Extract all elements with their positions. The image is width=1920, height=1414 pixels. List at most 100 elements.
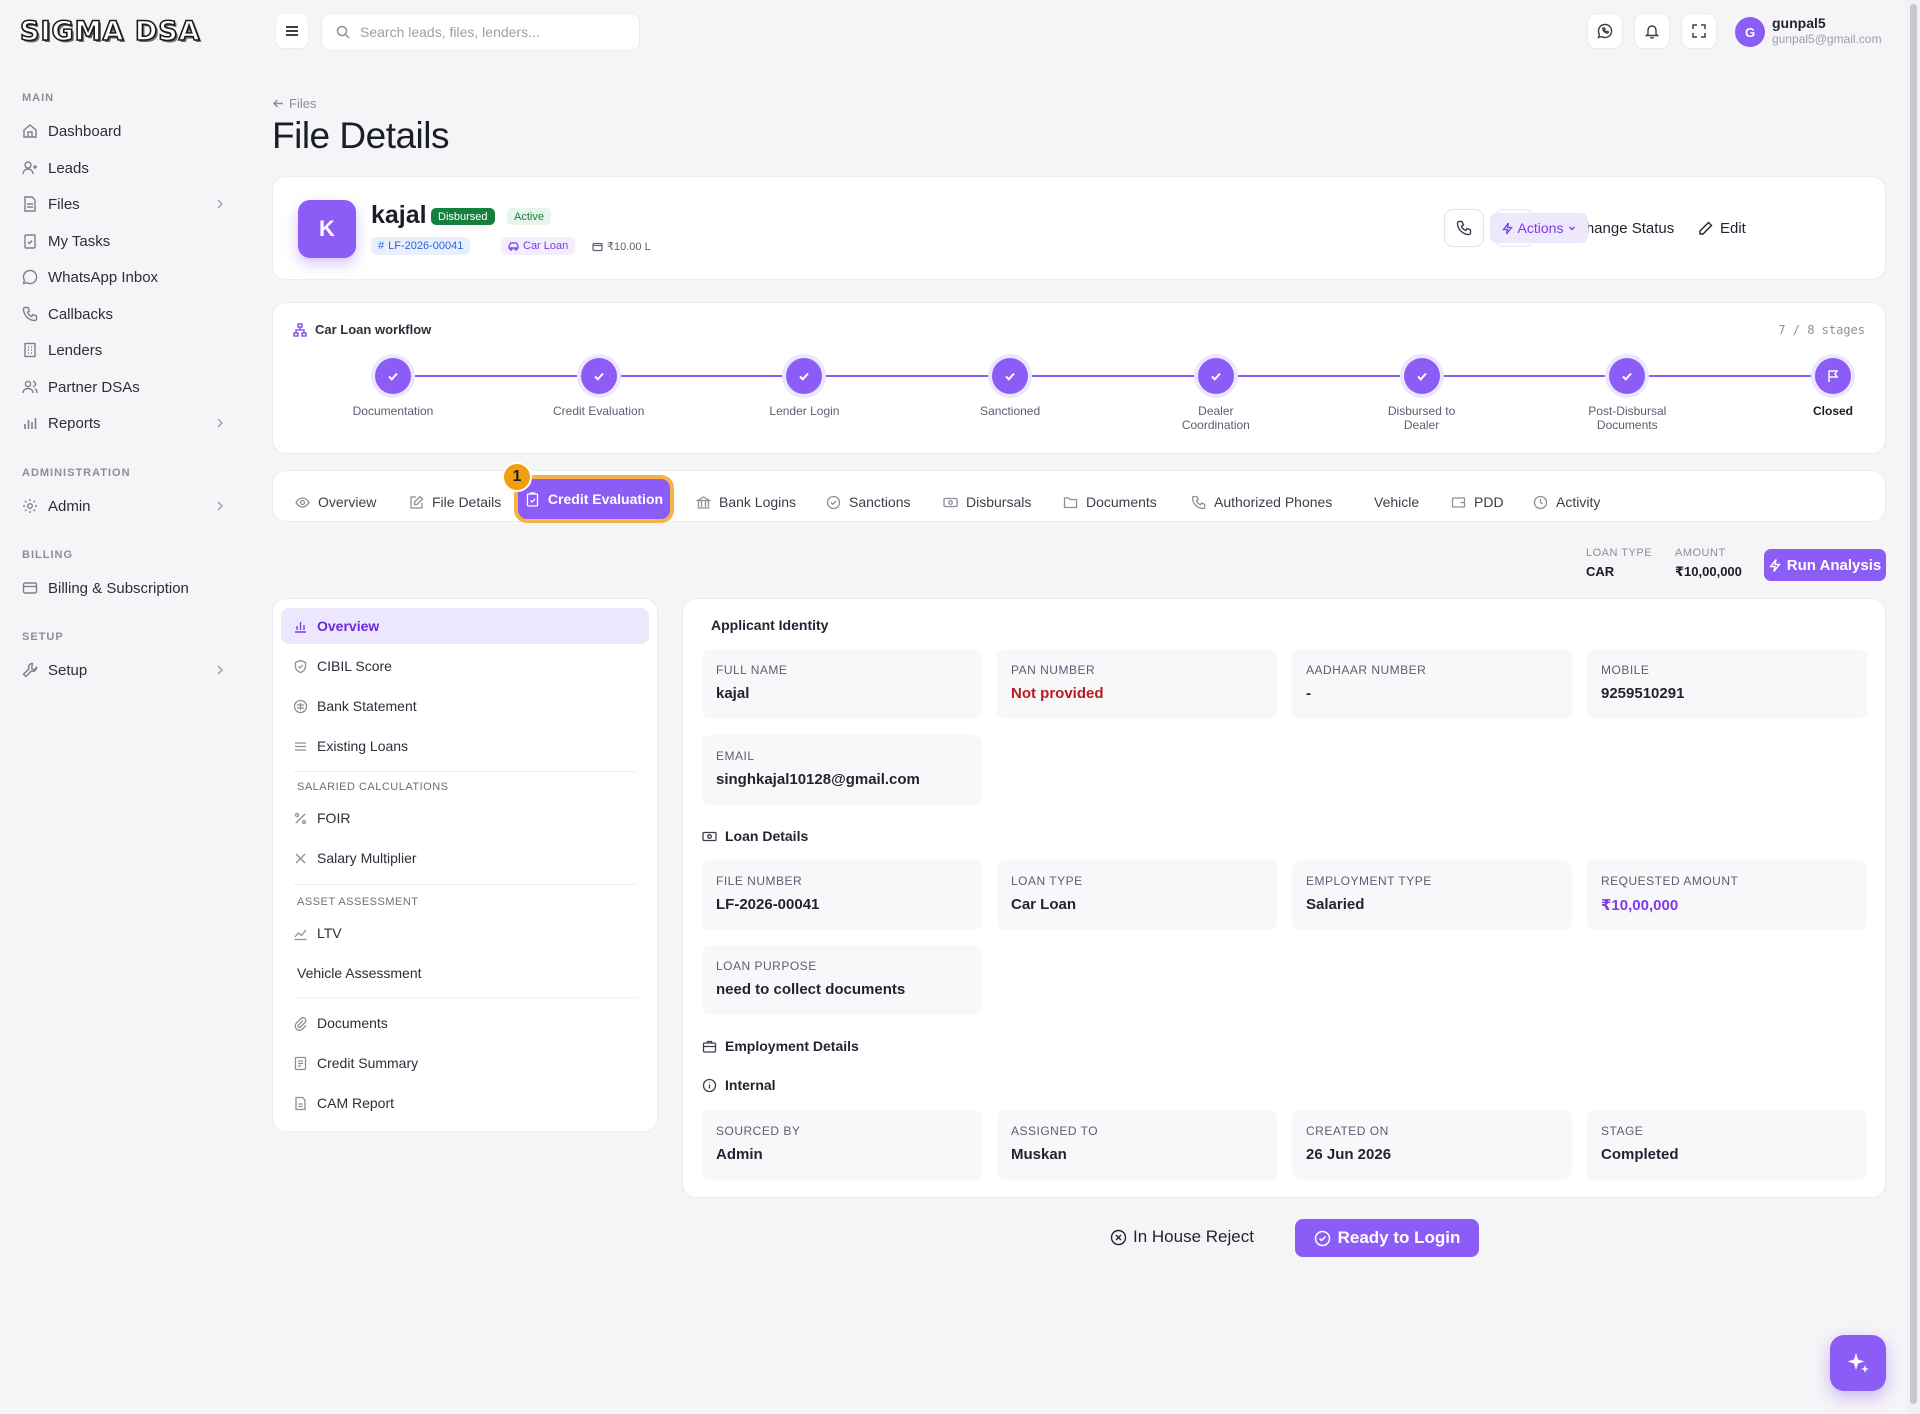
check-circle-icon [1314,1230,1330,1246]
tab-credit-evaluation[interactable]: Credit Evaluation [518,479,670,519]
credit-menu-documents[interactable]: Documents [281,1005,649,1041]
folder-icon [1063,496,1078,508]
field-label: EMPLOYMENT TYPE [1306,874,1432,888]
menu-toggle-button[interactable] [276,14,308,48]
tab-bank-logins[interactable]: Bank Logins [696,491,796,513]
sidebar-item-callbacks[interactable]: Callbacks [22,298,227,330]
bolt-icon [1501,222,1513,234]
global-search[interactable] [321,13,640,51]
workflow-stage-node[interactable] [1197,358,1234,394]
fullscreen-button[interactable] [1681,13,1717,49]
field-label: ASSIGNED TO [1011,1124,1099,1138]
sidebar-item-admin[interactable]: Admin [22,490,227,522]
edit-label: Edit [1720,219,1746,237]
credit-menu-label: CAM Report [317,1095,395,1111]
edit-icon [410,495,424,509]
sidebar-item-reports[interactable]: Reports [22,407,227,439]
tab-file-details[interactable]: File Details [409,491,501,513]
nav-section-billing: BILLING [22,549,73,561]
credit-menu-label: Bank Statement [317,698,417,714]
app-logo[interactable]: SIGMA DSA [19,14,201,48]
chevron-right-icon [217,199,223,209]
applicant-details-panel: Applicant Identity FULL NAME kajal PAN N… [682,598,1886,1198]
field-value: 26 Jun 2026 [1306,1146,1392,1163]
tab-label: Overview [318,494,377,510]
workflow-stage-node[interactable] [580,358,617,394]
field-label: LOAN PURPOSE [716,959,817,973]
tab-label: Documents [1086,494,1157,510]
sidebar-item-partner-dsas[interactable]: Partner DSAs [22,371,227,403]
applicant-name: kajal [371,201,427,229]
call-button[interactable] [1444,209,1484,247]
run-analysis-button[interactable]: Run Analysis [1764,549,1886,581]
info-icon [702,1078,717,1092]
workflow-stage-node[interactable] [1609,358,1646,394]
tab-authorized-phones[interactable]: Authorized Phones [1191,491,1332,513]
workflow-stage-node[interactable] [992,358,1029,394]
field-value: singhkajal10128@gmail.com [716,771,920,788]
user-avatar[interactable]: G [1735,17,1765,47]
file-number-chip: # LF-2026-00041 [371,237,471,255]
field-label: STAGE [1601,1124,1644,1138]
file-icon [24,196,36,212]
sidebar-item-dashboard[interactable]: Dashboard [22,115,227,147]
sidebar-item-whatsapp-inbox[interactable]: WhatsApp Inbox [22,261,227,293]
credit-menu-label: CIBIL Score [317,658,392,674]
tab-activity[interactable]: Activity [1533,491,1600,513]
credit-menu-foir[interactable]: FOIR [281,800,649,836]
tab-documents[interactable]: Documents [1063,491,1157,513]
expand-icon [1692,24,1706,38]
credit-menu-ltv[interactable]: LTV [281,915,649,951]
notifications-button[interactable] [1634,13,1670,49]
workflow-stage-label: Post-Disbursal Documents [1588,404,1667,432]
sidebar-item-label: Leads [48,159,89,177]
workflow-stage-node[interactable] [1403,358,1440,394]
whatsapp-icon [22,269,38,285]
field-assigned-to: ASSIGNED TO Muskan [997,1110,1277,1180]
field-aadhaar-number: AADHAAR NUMBER - [1292,649,1572,719]
actions-dropdown[interactable]: Actions [1490,213,1588,243]
paperclip-icon [294,1016,307,1031]
sidebar-item-setup[interactable]: Setup [22,654,227,686]
tab-overview[interactable]: Overview [295,491,376,513]
workflow-stage-label: Sanctioned [980,404,1041,418]
check-icon [388,372,398,381]
search-input[interactable] [360,24,620,40]
sidebar-item-my-tasks[interactable]: My Tasks [22,225,227,257]
credit-evaluation-menu: Overview CIBIL Score Bank Statement Exis… [272,598,658,1132]
workflow-stage-node[interactable] [375,358,411,394]
tab-pdd[interactable]: PDD [1451,491,1504,513]
ai-assistant-button[interactable] [1830,1335,1886,1391]
in-house-reject-button[interactable]: In House Reject [1110,1220,1254,1254]
credit-menu-bank-statement[interactable]: Bank Statement [281,688,649,724]
credit-menu-cam-report[interactable]: CAM Report [281,1085,649,1121]
user-email: gunpal5@gmail.com [1772,32,1882,46]
credit-menu-cibil-score[interactable]: CIBIL Score [281,648,649,684]
breadcrumb-back-link[interactable]: Files [272,96,316,111]
tab-disbursals[interactable]: Disbursals [943,491,1031,513]
sidebar-item-leads[interactable]: Leads [22,152,227,184]
credit-menu-vehicle-assessment[interactable]: Vehicle Assessment [281,955,649,991]
workflow-stage-node[interactable] [786,358,823,394]
credit-menu-overview[interactable]: Overview [281,608,649,644]
credit-menu-salary-multiplier[interactable]: Salary Multiplier [281,840,649,876]
building-icon [24,342,36,358]
chevron-right-icon [217,418,223,428]
sidebar-item-billing[interactable]: Billing & Subscription [22,572,227,604]
tab-vehicle[interactable]: Vehicle [1374,491,1419,513]
credit-menu-existing-loans[interactable]: Existing Loans [281,728,649,764]
page-scrollbar-thumb[interactable] [1910,4,1917,1404]
workflow-stage-label: Lender Login [769,404,840,418]
tab-label: PDD [1474,494,1504,510]
ready-to-login-button[interactable]: Ready to Login [1295,1219,1479,1257]
change-status-label: Change Status [1575,219,1675,237]
file-profile-card: K kajal Disbursed Active # LF-2026-00041… [272,176,1886,280]
edit-button[interactable]: Edit [1698,213,1746,243]
whatsapp-button[interactable] [1587,13,1623,49]
credit-menu-credit-summary[interactable]: Credit Summary [281,1045,649,1081]
workflow-stage-node[interactable] [1815,358,1851,394]
sidebar-item-files[interactable]: Files [22,188,227,220]
tab-sanctions[interactable]: Sanctions [826,491,910,513]
field-label: EMAIL [716,749,755,763]
sidebar-item-lenders[interactable]: Lenders [22,334,227,366]
